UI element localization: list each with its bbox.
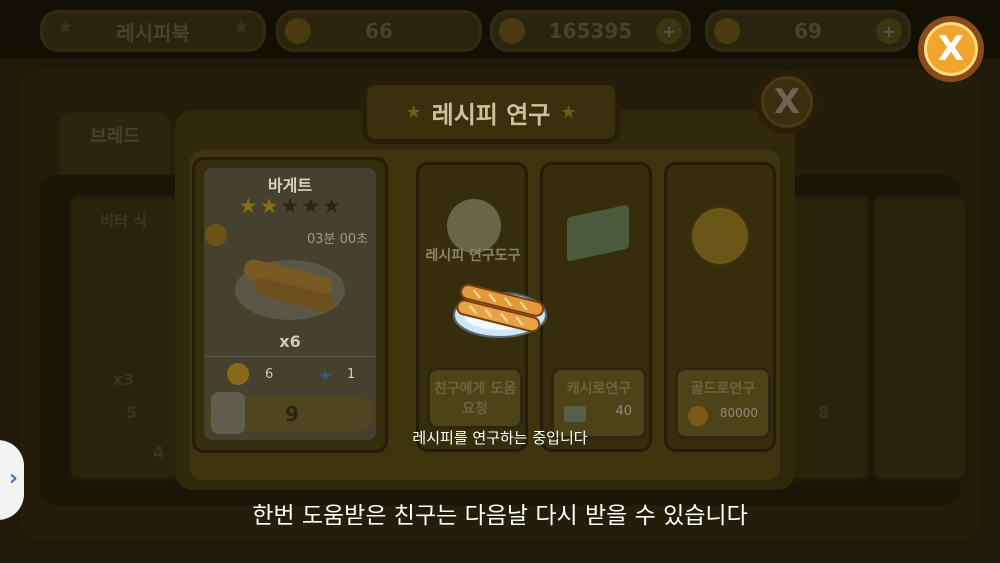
gold-price: 80000 (719, 406, 758, 420)
tab-bread[interactable]: 브레드 (60, 112, 170, 174)
timer-icon (205, 224, 227, 246)
research-status-message: 레시피를 연구하는 중입니다 (412, 428, 588, 447)
friend-help-hint: 한번 도움받은 친구는 다음날 다시 받을 수 있습니다 (252, 503, 748, 529)
resource-1-icon (285, 18, 311, 44)
tab-bread-label: 브레드 (90, 126, 140, 147)
research-loading-animation (451, 281, 549, 341)
divider (205, 356, 375, 357)
modal-title: 레시피 연구 (431, 100, 551, 129)
recipe-book-title: 레시피북 (116, 20, 190, 45)
modal-title-plaque: ★ 레시피 연구 ★ (362, 80, 620, 144)
recipe-card: 바게트 ★★★★★ 03분 00초 x6 6 ✦ 1 9 (192, 157, 388, 453)
coin-icon (499, 18, 525, 44)
gold-research-label: 골드로연구 (690, 381, 756, 397)
resource-pill-coins[interactable]: 165395 + (490, 10, 691, 52)
resource-3-icon (714, 18, 740, 44)
recipe-book-title-pill: ★ 레시피북 ★ (40, 10, 266, 52)
recipe-coin-cost: 6 (265, 367, 274, 382)
star-filled-icon: ★ (238, 194, 258, 218)
recipe-quantity: x6 (279, 332, 301, 351)
research-tool-label: 레시피 연구도구 (425, 248, 521, 264)
star-icon: ★ (57, 17, 74, 38)
close-modal-button[interactable]: X (755, 70, 819, 134)
resource-pill-3[interactable]: 69 + (705, 10, 911, 52)
add-icon[interactable]: + (656, 18, 682, 44)
background-card-count: x3 (112, 370, 135, 389)
gem-icon: ✦ (317, 364, 334, 388)
star-icon: ★ (405, 101, 422, 123)
background-card-b: 8 (818, 403, 830, 422)
recipe-star-rating: ★★★★★ (195, 194, 385, 218)
jar-count: 9 (285, 402, 299, 426)
background-card-title: 버터 식 (100, 212, 147, 230)
background-card-b: 4 (153, 443, 165, 462)
jar-icon (211, 392, 245, 434)
star-empty-icon: ★ (301, 194, 321, 218)
gold-research-button[interactable]: 골드로연구 80000 (675, 367, 771, 439)
star-icon: ★ (560, 101, 577, 123)
add-icon[interactable]: + (876, 18, 902, 44)
chevron-right-icon: › (8, 466, 18, 491)
resource-1-value: 66 (365, 19, 393, 43)
gold-coin-icon (689, 205, 751, 267)
coin-value: 165395 (548, 19, 633, 43)
recipe-name: 바게트 (267, 176, 313, 195)
background-card-a: 5 (126, 403, 138, 422)
star-filled-icon: ★ (259, 194, 279, 218)
recipe-gem-cost: 1 (347, 367, 356, 382)
background-recipe-card-left[interactable]: 버터 식 x3 5 4 (68, 195, 179, 481)
cash-price: 40 (615, 404, 632, 419)
top-bar: ★ 레시피북 ★ 66 165395 + 69 + (0, 0, 1000, 58)
resource-3-value: 69 (794, 19, 822, 43)
ask-friend-label: 친구에게 도움요청 (433, 381, 517, 417)
star-empty-icon: ★ (322, 194, 342, 218)
close-icon: X (773, 82, 801, 122)
recipe-timer: 03분 00초 (307, 232, 369, 247)
cash-stack-icon (567, 204, 629, 262)
option-gold-research[interactable]: 골드로연구 80000 (664, 162, 776, 452)
close-icon: X (937, 29, 965, 69)
cash-research-label: 캐시로연구 (566, 381, 632, 397)
resource-pill-1[interactable]: 66 (276, 10, 482, 52)
star-empty-icon: ★ (280, 194, 300, 218)
coin-icon (227, 363, 249, 385)
background-recipe-card-far-right[interactable] (872, 195, 968, 481)
baguette-plate-icon (453, 283, 547, 338)
close-recipe-book-button[interactable]: X (918, 16, 984, 82)
option-cash-research[interactable]: 캐시로연구 40 (540, 162, 652, 452)
star-icon: ★ (232, 17, 249, 38)
coin-icon (688, 406, 708, 426)
